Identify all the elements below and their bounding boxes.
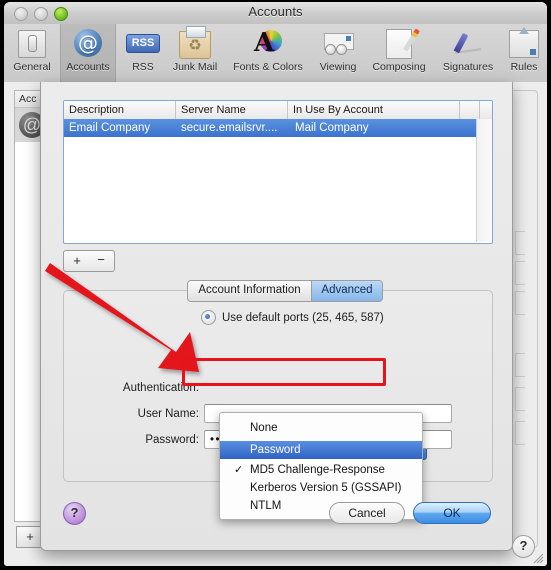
toolbar-label-fonts-colors: Fonts & Colors <box>233 61 303 73</box>
window-title: Accounts <box>248 4 303 19</box>
sheet-help-button[interactable]: ? <box>63 502 86 525</box>
toolbar-label-rss: RSS <box>132 61 154 73</box>
toolbar-label-viewing: Viewing <box>319 61 357 73</box>
screenshot-root: Accounts General @ Accounts RSS RSS Junk… <box>0 0 551 570</box>
menu-item-none[interactable]: None <box>220 419 422 437</box>
signatures-icon <box>451 27 485 59</box>
authentication-label: Authentication: <box>122 382 199 394</box>
toolbar-label-composing: Composing <box>372 61 426 73</box>
tab-account-information[interactable]: Account Information <box>188 281 312 301</box>
menu-item-password[interactable]: Password <box>220 441 422 459</box>
server-table[interactable]: Description Server Name In Use By Accoun… <box>63 100 493 244</box>
toolbar-label-junk-mail: Junk Mail <box>172 61 218 73</box>
background-notch <box>515 353 525 377</box>
background-notch <box>515 421 525 445</box>
toolbar-item-composing[interactable]: Composing <box>364 24 434 82</box>
background-notch <box>515 291 525 315</box>
use-default-ports-label: Use default ports (25, 465, 587) <box>222 311 384 324</box>
fonts-colors-icon: A <box>251 27 285 59</box>
remove-server-button[interactable]: − <box>88 250 115 272</box>
window-titlebar: Accounts <box>4 2 547 25</box>
toolbar-item-rss[interactable]: RSS RSS <box>120 24 166 82</box>
toolbar-item-junk-mail[interactable]: Junk Mail <box>164 24 226 82</box>
viewing-icon <box>321 27 355 59</box>
resize-grip[interactable] <box>532 551 544 564</box>
tab-advanced[interactable]: Advanced <box>312 281 382 301</box>
menu-item-md5-challenge-response[interactable]: ✓ MD5 Challenge-Response <box>220 461 422 479</box>
background-notch <box>515 261 525 285</box>
column-header-spacer-2[interactable] <box>480 101 492 119</box>
table-vertical-scrollbar[interactable] <box>476 119 492 242</box>
server-settings-sheet: Description Server Name In Use By Accoun… <box>40 82 513 551</box>
cell-description: Email Company <box>69 122 151 134</box>
checkmark-icon: ✓ <box>234 464 244 476</box>
toolbar-item-viewing[interactable]: Viewing <box>310 24 366 82</box>
toolbar-label-signatures: Signatures <box>442 61 494 73</box>
rss-icon: RSS <box>126 27 160 59</box>
general-icon <box>15 27 49 59</box>
server-table-header: Description Server Name In Use By Accoun… <box>64 101 492 120</box>
at-icon: @ <box>71 27 105 59</box>
toolbar-item-general[interactable]: General <box>6 24 58 82</box>
background-notch <box>515 387 525 411</box>
column-header-server-name[interactable]: Server Name <box>176 101 288 119</box>
ok-button[interactable]: OK <box>413 502 491 524</box>
menu-item-kerberos-version-5[interactable]: Kerberos Version 5 (GSSAPI) <box>220 479 422 497</box>
column-header-spacer-1[interactable] <box>460 101 480 119</box>
toolbar-label-rules: Rules <box>510 61 538 73</box>
menu-item-label: Password <box>250 444 301 456</box>
password-label: Password: <box>145 434 199 446</box>
junk-mail-icon <box>178 26 212 59</box>
menu-item-label: NTLM <box>250 500 282 512</box>
cell-in-use-by-account: Mail Company <box>295 122 369 134</box>
rules-icon <box>507 27 541 59</box>
password-highlight-box <box>182 358 386 386</box>
use-default-ports-radio[interactable] <box>201 310 216 325</box>
menu-item-label: Kerberos Version 5 (GSSAPI) <box>250 482 402 494</box>
preferences-toolbar: General @ Accounts RSS RSS Junk Mail A F… <box>4 24 547 83</box>
composing-icon <box>382 27 416 59</box>
background-notch <box>515 231 525 255</box>
use-default-ports-row[interactable]: Use default ports (25, 465, 587) <box>201 310 384 325</box>
toolbar-item-rules[interactable]: Rules <box>502 24 546 82</box>
table-row[interactable]: Email Company secure.emailsrvr.... Mail … <box>64 119 476 137</box>
toolbar-label-general: General <box>13 61 51 73</box>
menu-item-label: MD5 Challenge-Response <box>250 464 385 476</box>
settings-tabbar: Account Information Advanced <box>187 280 383 302</box>
user-name-label: User Name: <box>137 408 199 420</box>
cancel-button[interactable]: Cancel <box>329 502 405 524</box>
cell-server-name: secure.emailsrvr.... <box>181 122 278 134</box>
window-help-button[interactable]: ? <box>512 535 535 558</box>
menu-item-label: None <box>250 422 278 434</box>
add-server-button[interactable]: + <box>63 250 91 272</box>
column-header-in-use-by-account[interactable]: In Use By Account <box>288 101 460 119</box>
column-header-description[interactable]: Description <box>64 101 176 119</box>
toolbar-item-fonts-colors[interactable]: A Fonts & Colors <box>224 24 312 82</box>
toolbar-label-accounts: Accounts <box>66 61 110 73</box>
toolbar-item-signatures[interactable]: Signatures <box>434 24 502 82</box>
accounts-preferences-window: Accounts General @ Accounts RSS RSS Junk… <box>4 2 547 566</box>
toolbar-item-accounts[interactable]: @ Accounts <box>60 24 116 82</box>
